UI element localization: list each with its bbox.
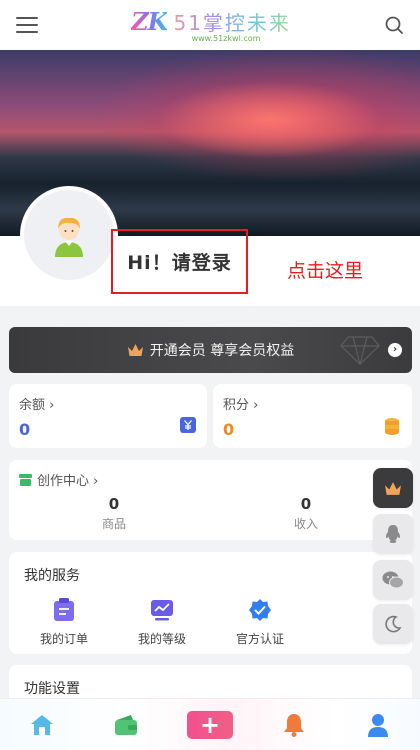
wallet-icon [115, 714, 137, 735]
logo-mark: ZK [131, 7, 168, 36]
my-services-title: 我的服务 [24, 568, 80, 584]
logo-text: 51掌控未来 [173, 7, 290, 36]
login-text: Hi！请登录 [127, 252, 232, 274]
shop-icon [19, 473, 32, 486]
my-services-card: 我的服务 我的订单 我的等级 官方认证 [9, 552, 412, 654]
points-card[interactable]: 积分 › 0 [213, 384, 412, 448]
wechat-button[interactable] [373, 560, 413, 600]
wechat-icon [382, 571, 404, 589]
default-avatar-icon [55, 217, 83, 257]
nav-profile[interactable] [348, 699, 408, 750]
logo-url: www.51zkwl.com [191, 34, 261, 43]
click-here-annotation: 点击这里 [287, 260, 364, 282]
plus-icon: + [187, 710, 233, 739]
user-icon [368, 713, 388, 737]
level-chart-icon [151, 600, 173, 621]
site-logo[interactable]: ZK 51掌控未来 www.51zkwl.com [131, 7, 291, 43]
balance-value: 0 [19, 420, 31, 439]
products-stat[interactable]: 0 商品 [54, 495, 174, 532]
balance-label: 余额 › [19, 398, 55, 413]
nav-wallet[interactable] [96, 699, 156, 750]
products-label: 商品 [101, 517, 126, 531]
official-certification-button[interactable]: 官方认证 [220, 597, 300, 647]
vip-membership-banner[interactable]: 开通会员 尊享会员权益 › [9, 327, 412, 373]
qq-icon [386, 525, 400, 543]
function-settings-title: 功能设置 [24, 681, 80, 697]
chevron-right-icon: › [388, 343, 402, 357]
income-label: 收入 [293, 517, 318, 531]
vip-crown-button[interactable] [373, 468, 413, 508]
bottom-navigation: + [0, 698, 420, 750]
bell-icon [284, 713, 304, 737]
search-icon[interactable] [384, 15, 404, 35]
points-label: 积分 › [223, 398, 259, 413]
my-level-label: 我的等级 [137, 632, 186, 646]
moon-icon [385, 615, 402, 633]
avatar[interactable] [20, 186, 118, 284]
nav-home[interactable] [12, 699, 72, 750]
nav-notifications[interactable] [264, 699, 324, 750]
coins-icon [385, 418, 399, 435]
my-orders-button[interactable]: 我的订单 [24, 597, 104, 647]
my-orders-label: 我的订单 [39, 632, 88, 646]
crown-icon [385, 481, 401, 495]
dark-mode-toggle[interactable] [373, 604, 413, 644]
income-amount: 0 [300, 495, 312, 513]
creation-center-title: 创作中心 › [37, 474, 99, 489]
income-stat[interactable]: 0 收入 [246, 495, 366, 532]
vip-banner-label: 开通会员 尊享会员权益 [149, 343, 295, 359]
top-bar: ZK 51掌控未来 www.51zkwl.com [0, 0, 420, 50]
my-level-button[interactable]: 我的等级 [122, 597, 202, 647]
clipboard-icon [54, 598, 74, 621]
yen-wallet-icon [180, 417, 196, 433]
crown-icon [127, 344, 143, 356]
menu-icon[interactable] [16, 14, 38, 36]
login-link[interactable]: Hi！请登录 [111, 229, 248, 294]
qq-button[interactable] [373, 514, 413, 554]
verified-badge-icon [249, 599, 271, 621]
diamond-icon [340, 336, 380, 365]
home-icon [31, 714, 53, 735]
nav-publish[interactable]: + [180, 699, 240, 750]
points-value: 0 [223, 420, 235, 439]
balance-card[interactable]: 余额 › 0 [9, 384, 207, 448]
official-certification-label: 官方认证 [235, 632, 284, 646]
creation-center-card[interactable]: 创作中心 › 0 商品 0 收入 [9, 460, 412, 540]
products-count: 0 [108, 495, 120, 513]
